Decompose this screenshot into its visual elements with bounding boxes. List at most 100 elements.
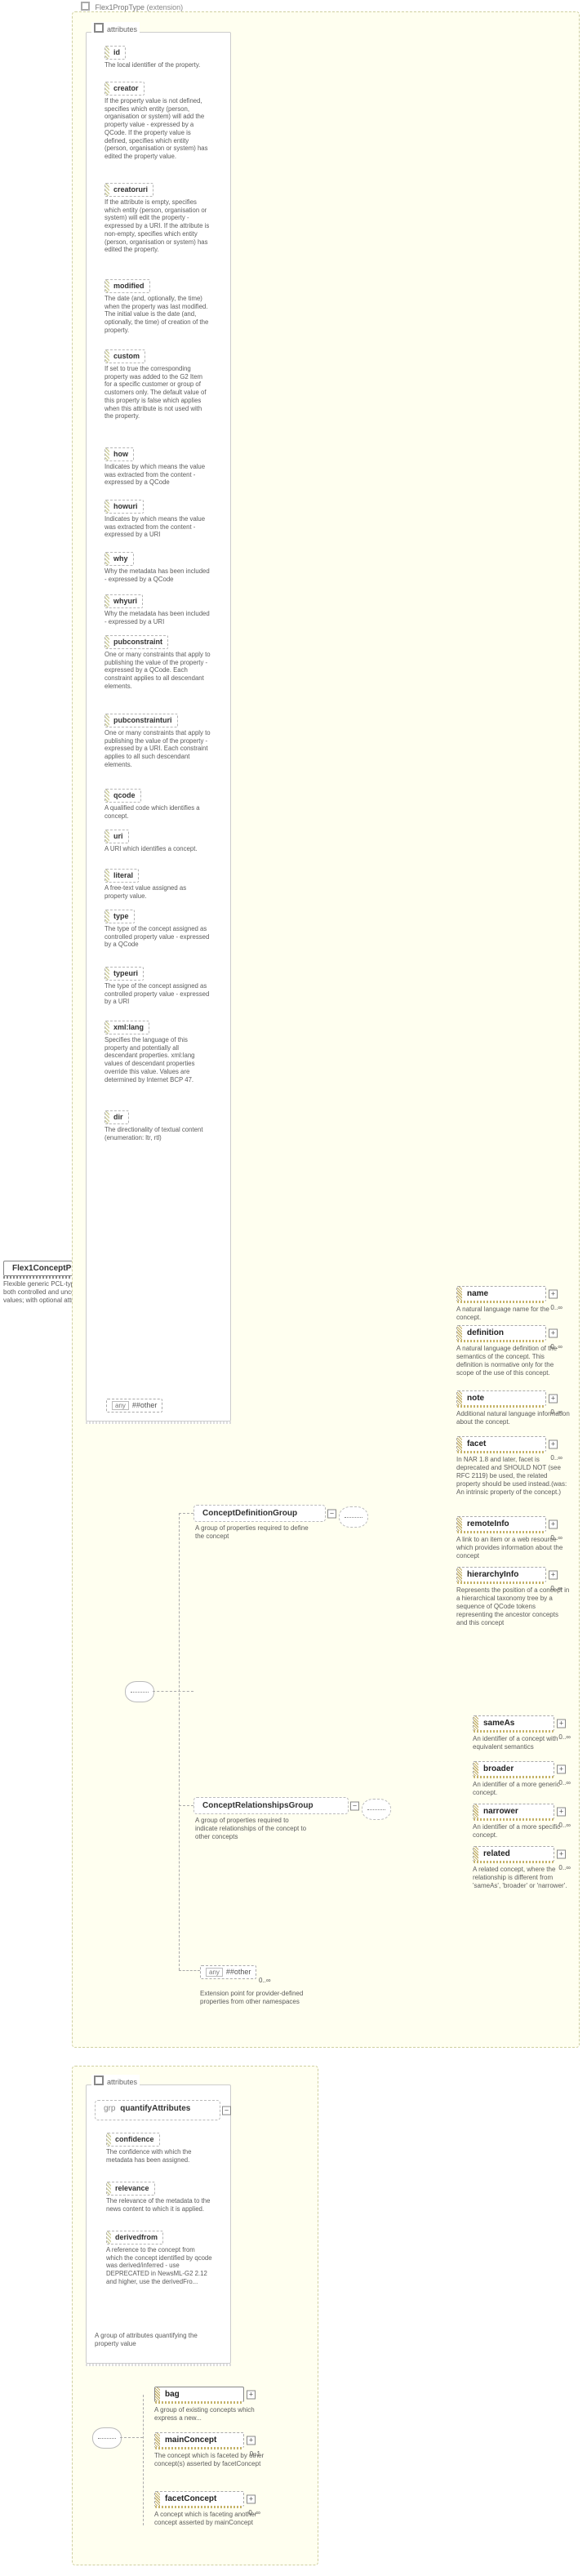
attr-custom: customIf set to true the corresponding p… xyxy=(105,349,211,420)
expand-group-rel[interactable]: − xyxy=(350,1801,359,1810)
attr-name: derivedfrom xyxy=(115,2233,158,2241)
group-quantify-attributes-doc: A group of attributes quantifying the pr… xyxy=(95,2330,209,2348)
expand-group-def[interactable]: − xyxy=(327,1509,336,1518)
element-name: definition xyxy=(467,1328,504,1337)
attr-doc: A qualified code which identifies a conc… xyxy=(105,803,211,820)
element-narrower[interactable]: narrower0..∞ xyxy=(473,1804,554,1819)
attr-modified: modifiedThe date (and, optionally, the t… xyxy=(105,279,211,335)
sequence-main xyxy=(125,1681,154,1702)
element-doc: A concept which is faceting another conc… xyxy=(154,2509,269,2527)
element-name: narrower xyxy=(483,1807,518,1816)
expand-icon[interactable] xyxy=(549,1289,558,1298)
attr-doc: The type of the concept assigned as cont… xyxy=(105,923,211,949)
expand-icon[interactable] xyxy=(549,1439,558,1448)
attr-name: pubconstrainturi xyxy=(113,716,172,724)
element-hierarchyinfo[interactable]: hierarchyInfo0..∞ xyxy=(456,1567,546,1582)
expand-group-quant[interactable]: − xyxy=(222,2106,231,2115)
attr-doc: Specifies the language of this property … xyxy=(105,1034,211,1083)
element-name: remoteInfo xyxy=(467,1519,509,1528)
attr-xml-lang: xml:langSpecifies the language of this p… xyxy=(105,1021,211,1083)
element-mainconcept[interactable]: mainConcept0..1 xyxy=(154,2432,244,2448)
any-attribute: any##other xyxy=(106,1399,162,1413)
sequence-bottom xyxy=(92,2427,122,2449)
attr-name: dir xyxy=(113,1113,123,1121)
expand-icon[interactable] xyxy=(549,1328,558,1337)
expand-icon[interactable] xyxy=(557,1807,566,1816)
attr-doc: Why the metadata has been included - exp… xyxy=(105,608,211,625)
expand-icon[interactable] xyxy=(247,2436,256,2445)
expand-icon[interactable] xyxy=(549,1394,558,1403)
attr-derivedfrom: derivedfromA reference to the concept fr… xyxy=(106,2231,212,2286)
element-facet[interactable]: facet0..∞ xyxy=(456,1436,546,1452)
attr-howuri: howuriIndicates by which means the value… xyxy=(105,500,211,539)
element-name: note xyxy=(467,1394,484,1403)
extension-frame: Flex1PropType (extension) attributes idT… xyxy=(72,11,580,2048)
element-name[interactable]: name0..∞ xyxy=(456,1286,546,1301)
attr-doc: Indicates by which means the value was e… xyxy=(105,461,211,487)
element-name: bag xyxy=(165,2390,180,2399)
attr-name: creatoruri xyxy=(113,185,148,194)
element-doc: A natural language name for the concept. xyxy=(456,1304,571,1322)
attr-name: modified xyxy=(113,282,145,290)
attr-whyuri: whyuri Why the metadata has been included… xyxy=(105,594,211,625)
element-sameas[interactable]: sameAs0..∞ xyxy=(473,1715,554,1731)
attr-name: why xyxy=(113,554,128,563)
bottom-attributes-frame: attributes grp quantifyAttributes − conf… xyxy=(86,2084,231,2364)
element-doc: In NAR 1.8 and later, facet is deprecate… xyxy=(456,1454,571,1497)
any-element: any##other xyxy=(200,1965,256,1979)
expand-icon[interactable] xyxy=(549,1519,558,1528)
element-remoteinfo[interactable]: remoteInfo0..∞ xyxy=(456,1516,546,1532)
expand-icon[interactable] xyxy=(247,2494,256,2503)
attr-name: confidence xyxy=(115,2135,154,2143)
element-bag[interactable]: bag xyxy=(154,2387,244,2402)
attr-name: pubconstraint xyxy=(113,638,162,646)
attr-name: id xyxy=(113,48,120,56)
attributes-frame: attributes idThe local identifier of the… xyxy=(86,32,231,1421)
element-doc: A related concept, where the relationshi… xyxy=(473,1864,579,1890)
element-related[interactable]: related0..∞ xyxy=(473,1846,554,1862)
attr-name: howuri xyxy=(113,502,138,510)
attr-doc: If the attribute is empty, specifies whi… xyxy=(105,197,211,254)
attr-doc: The confidence with which the metadata h… xyxy=(106,2147,212,2164)
element-note[interactable]: note0..∞ xyxy=(456,1390,546,1406)
element-facetconcept[interactable]: facetConcept0..∞ xyxy=(154,2491,244,2507)
attr-confidence: confidence The confidence with which the … xyxy=(106,2133,212,2164)
attr-doc: The local identifier of the property. xyxy=(105,60,211,69)
expand-icon[interactable] xyxy=(557,1719,566,1728)
element-doc: A group of existing concepts which expre… xyxy=(154,2405,269,2423)
element-broader[interactable]: broader0..∞ xyxy=(473,1761,554,1777)
attr-name: literal xyxy=(113,871,133,879)
attr-doc: If set to true the corresponding propert… xyxy=(105,363,211,420)
element-definition[interactable]: definition0..∞ xyxy=(456,1325,546,1341)
attr-name: creator xyxy=(113,84,139,92)
sequence-def xyxy=(339,1506,368,1528)
extension-frame-name: Flex1PropType xyxy=(96,3,145,11)
group-concept-relationships[interactable]: ConceptRelationshipsGroup − xyxy=(193,1797,349,1814)
group-quantify-attributes: grp quantifyAttributes − xyxy=(95,2100,220,2120)
attr-doc: The relevance of the metadata to the new… xyxy=(106,2196,212,2213)
element-doc: Additional natural language information … xyxy=(456,1408,571,1426)
attr-typeuri: typeuriThe type of the concept assigned … xyxy=(105,967,211,1006)
attr-name: whyuri xyxy=(113,597,137,605)
group-concept-definition[interactable]: ConceptDefinitionGroup − xyxy=(193,1505,326,1522)
attr-qcode: qcode A qualified code which identifies a… xyxy=(105,789,211,820)
attr-id: id The local identifier of the property. xyxy=(105,46,211,69)
bottom-frame: attributes grp quantifyAttributes − conf… xyxy=(72,2066,318,2565)
element-name: hierarchyInfo xyxy=(467,1570,518,1579)
expand-icon[interactable] xyxy=(557,1764,566,1773)
expand-icon[interactable] xyxy=(247,2390,256,2399)
expand-icon[interactable] xyxy=(557,1849,566,1858)
attr-why: whyWhy the metadata has been included - … xyxy=(105,552,211,583)
attr-name: qcode xyxy=(113,791,136,799)
element-name: broader xyxy=(483,1764,514,1773)
attr-name: type xyxy=(113,912,129,920)
attr-creatoruri: creatoruri If the attribute is empty, spe… xyxy=(105,183,211,254)
group-quantify-attributes-title: grp quantifyAttributes xyxy=(104,2104,213,2113)
attr-creator: creatorIf the property value is not defi… xyxy=(105,82,211,161)
expand-icon[interactable] xyxy=(549,1570,558,1579)
attr-name: typeuri xyxy=(113,969,138,977)
attr-doc: One or many constraints that apply to pu… xyxy=(105,649,211,691)
element-doc: Represents the position of a concept in … xyxy=(456,1585,571,1627)
element-name: facetConcept xyxy=(165,2494,216,2503)
sequence-rel xyxy=(362,1799,391,1820)
